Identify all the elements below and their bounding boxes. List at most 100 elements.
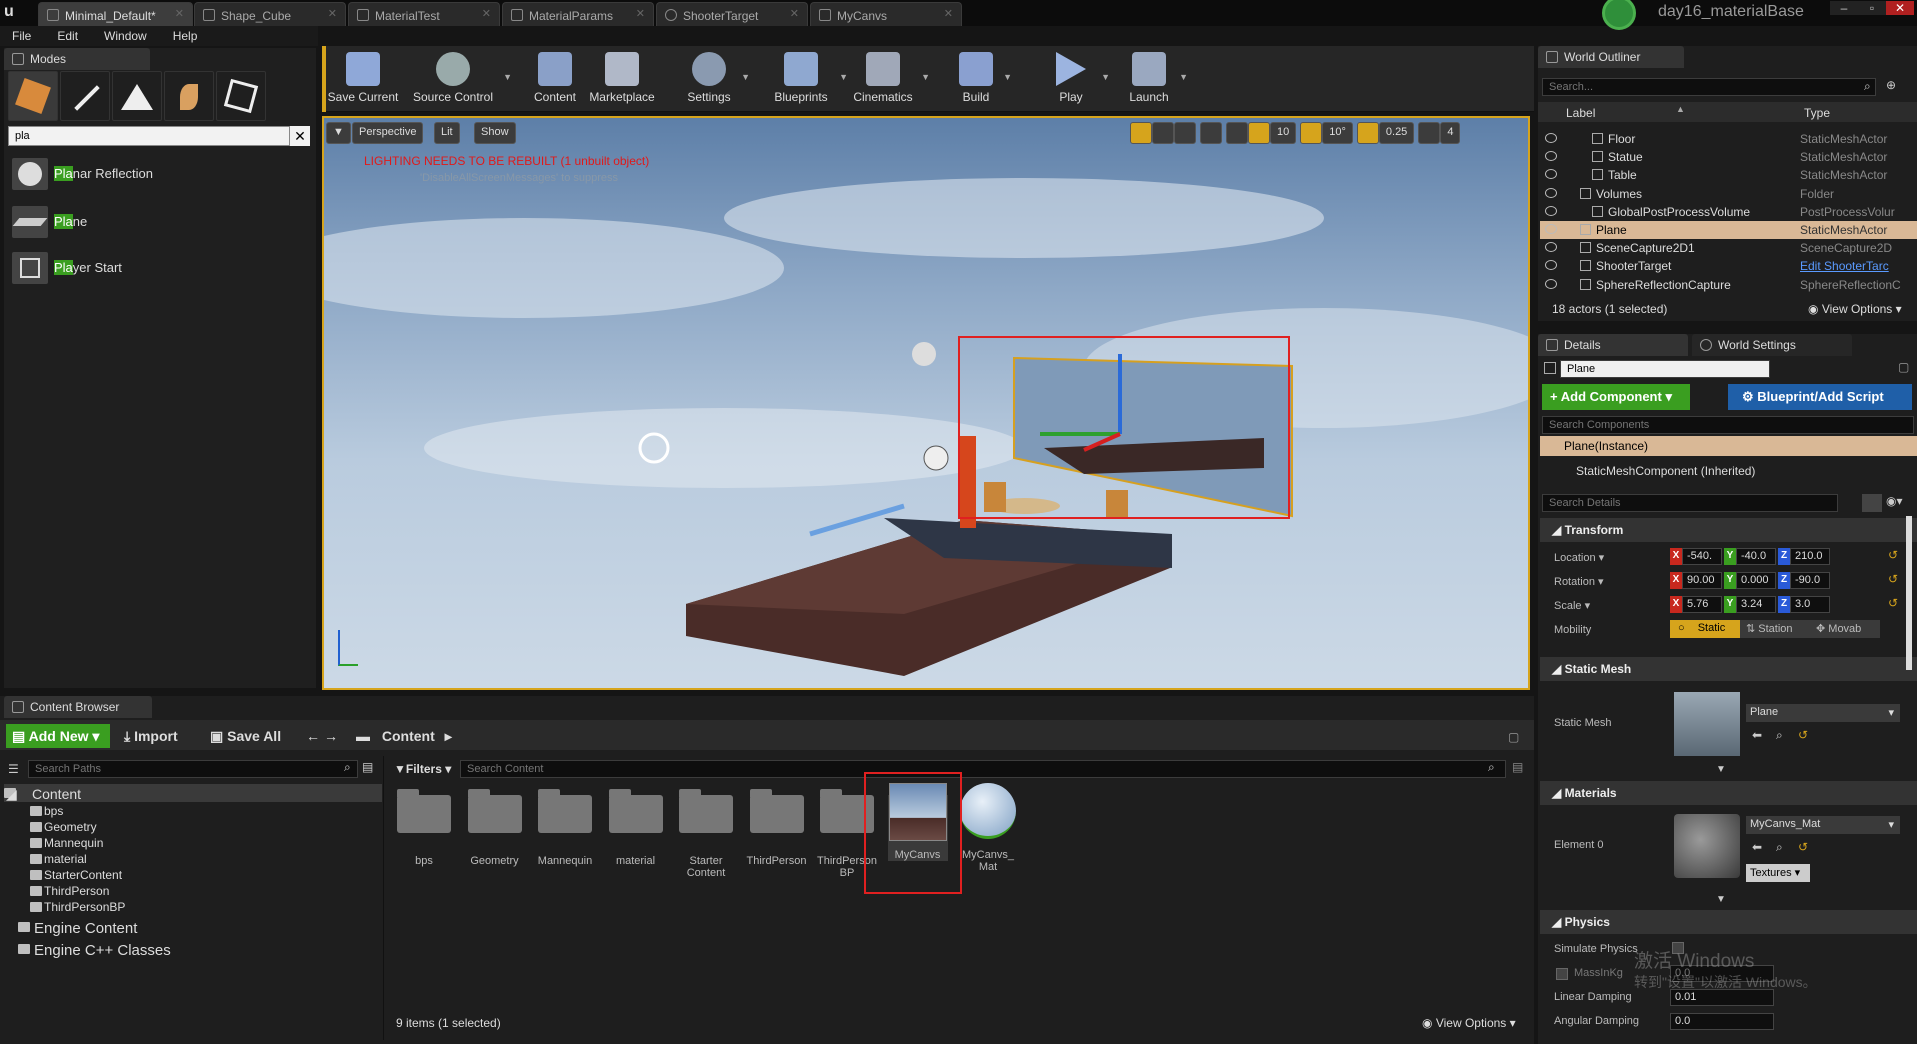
tab-shooter-target[interactable]: ShooterTarget ✕ [656,2,808,26]
rotation-y-input[interactable]: 0.000 [1736,572,1776,589]
tab-mycanvs[interactable]: MyCanvs ✕ [810,2,962,26]
lit-button[interactable]: Lit [434,122,460,144]
blueprint-add-script-button[interactable]: ⚙ Blueprint/Add Script [1728,384,1912,410]
edit-blueprint-link[interactable]: Edit ShooterTarc [1800,259,1917,273]
scale-snap-icon[interactable] [1356,122,1379,144]
outliner-view-options[interactable]: ◉ View Options ▾ [1808,302,1902,316]
chevron-right-icon[interactable]: ▸ [445,728,452,744]
menu-edit[interactable]: Edit [57,29,78,43]
asset-tile[interactable]: MyCanvs_ Mat [958,783,1018,873]
tree-material[interactable]: material [30,852,87,866]
add-new-button[interactable]: ▤ Add New ▾ [6,724,110,748]
menu-window[interactable]: Window [104,29,147,43]
maximize-icon[interactable]: ▫ [1858,1,1886,15]
search-details-input[interactable] [1542,494,1838,512]
chevron-down-icon[interactable]: ▼ [921,72,930,82]
outliner-row[interactable]: Table StaticMeshActor [1540,166,1917,184]
paint-mode-icon[interactable] [60,71,110,121]
asset-tile[interactable]: Starter Content [676,789,736,879]
close-icon[interactable]: ✕ [328,7,337,20]
location-x-input[interactable]: -540. [1682,548,1722,565]
minimize-icon[interactable]: – [1830,1,1858,15]
unreal-logo-icon[interactable]: u [4,3,24,23]
forward-icon[interactable]: → [324,728,338,744]
breadcrumb-content[interactable]: Content [382,728,435,744]
outliner-row[interactable]: SceneCapture2D1 SceneCapture2D [1540,239,1917,257]
mass-override-checkbox[interactable] [1556,968,1568,980]
location-z-input[interactable]: 210.0 [1790,548,1830,565]
tree-engine-cpp[interactable]: Engine C++ Classes [18,942,171,959]
tree-third-person[interactable]: ThirdPerson [30,884,109,898]
rotation-x-input[interactable]: 90.00 [1682,572,1722,589]
use-selected-icon[interactable]: ⬅ [1752,840,1762,854]
import-button[interactable]: ⤓ Import [124,728,178,745]
angular-damping-input[interactable]: 0.0 [1670,1013,1774,1030]
scale-y-input[interactable]: 3.24 [1736,596,1776,613]
level-viewport[interactable]: ▼ Perspective Lit Show LIGHTING NEEDS TO… [322,116,1530,690]
blueprints-button[interactable]: Blueprints ▼ [768,50,848,108]
tree-starter-content[interactable]: StarterContent [30,868,122,882]
asset-tile[interactable]: material [606,789,666,867]
close-icon[interactable]: ✕ [175,7,184,20]
expand-arrow-icon[interactable]: ▼ [1716,894,1726,905]
browse-icon[interactable]: ⌕ [1776,728,1783,743]
property-matrix-icon[interactable] [1862,494,1882,512]
sources-toggle-icon[interactable]: ☰ [8,762,19,776]
asset-tile[interactable]: ThirdPerson [747,789,807,867]
outliner-search-input[interactable] [1542,78,1876,96]
asset-tile[interactable]: Geometry [465,789,525,867]
outliner-row[interactable]: GlobalPostProcessVolume PostProcessVolur [1540,203,1917,221]
visibility-eye-icon[interactable] [1545,205,1557,216]
world-outliner-tab[interactable]: World Outliner [1538,46,1684,68]
marketplace-button[interactable]: Marketplace [586,50,658,108]
outliner-row[interactable]: SphereReflectionCapture SphereReflectionC [1540,276,1917,294]
rotation-snap-value[interactable]: 10° [1322,122,1353,144]
camera-speed-icon[interactable] [1418,122,1441,144]
static-mesh-section-header[interactable]: ◢ Static Mesh [1540,657,1917,681]
static-mesh-dropdown[interactable]: Plane ▾ [1746,704,1900,722]
materials-section-header[interactable]: ◢ Materials [1540,781,1917,805]
tab-shape-cube[interactable]: Shape_Cube ✕ [194,2,346,26]
use-selected-icon[interactable]: ⬅ [1752,728,1762,742]
scale-label[interactable]: Scale ▾ [1554,599,1590,612]
perspective-button[interactable]: Perspective [352,122,424,144]
reset-icon[interactable]: ↺ [1888,572,1898,586]
landscape-mode-icon[interactable] [112,71,162,121]
scale-x-input[interactable]: 5.76 [1682,596,1722,613]
visibility-eye-icon[interactable] [1545,151,1557,162]
close-icon[interactable]: ✕ [944,7,953,20]
mobility-static[interactable]: ○ Static [1670,620,1740,638]
tab-minimal-default[interactable]: Minimal_Default* ✕ [38,2,193,26]
build-button[interactable]: Build ▼ [954,50,1012,108]
outliner-row[interactable]: Floor StaticMeshActor [1540,130,1917,148]
foliage-mode-icon[interactable] [164,71,214,121]
save-current-button[interactable]: Save Current [326,50,400,108]
textures-dropdown[interactable]: Textures ▾ [1746,864,1810,882]
save-all-button[interactable]: ▣ Save All [210,728,281,745]
menu-help[interactable]: Help [173,29,198,43]
reset-icon[interactable]: ↺ [1798,728,1808,742]
save-search-icon[interactable]: ▤ [1512,760,1523,774]
visibility-eye-icon[interactable] [1545,278,1557,289]
reset-icon[interactable]: ↺ [1888,548,1898,562]
content-browser-tab[interactable]: Content Browser [4,696,152,718]
list-item-planar-reflection[interactable]: Planar Reflection [12,158,312,190]
rotation-z-input[interactable]: -90.0 [1790,572,1830,589]
filter-icon[interactable]: ▤ [362,760,373,774]
instance-row[interactable]: Plane(Instance) [1540,436,1917,456]
scale-icon[interactable] [1174,122,1196,144]
grid-snap-icon[interactable] [1248,122,1270,144]
translate-icon[interactable] [1130,122,1152,144]
visibility-eye-icon[interactable] [1545,224,1557,234]
maximize-viewport-icon[interactable] [1464,122,1486,144]
asset-tile[interactable]: Mannequin [535,789,595,867]
search-components-input[interactable] [1542,416,1914,434]
browse-icon[interactable]: ⌕ [1776,840,1783,855]
rotate-icon[interactable] [1152,122,1174,144]
show-button[interactable]: Show [474,122,516,144]
static-mesh-thumbnail[interactable] [1674,692,1740,756]
filters-button[interactable]: ▼Filters ▾ [394,762,451,776]
visibility-eye-icon[interactable] [1545,260,1557,271]
visibility-eye-icon[interactable] [1545,133,1557,143]
geometry-mode-icon[interactable] [216,71,266,121]
